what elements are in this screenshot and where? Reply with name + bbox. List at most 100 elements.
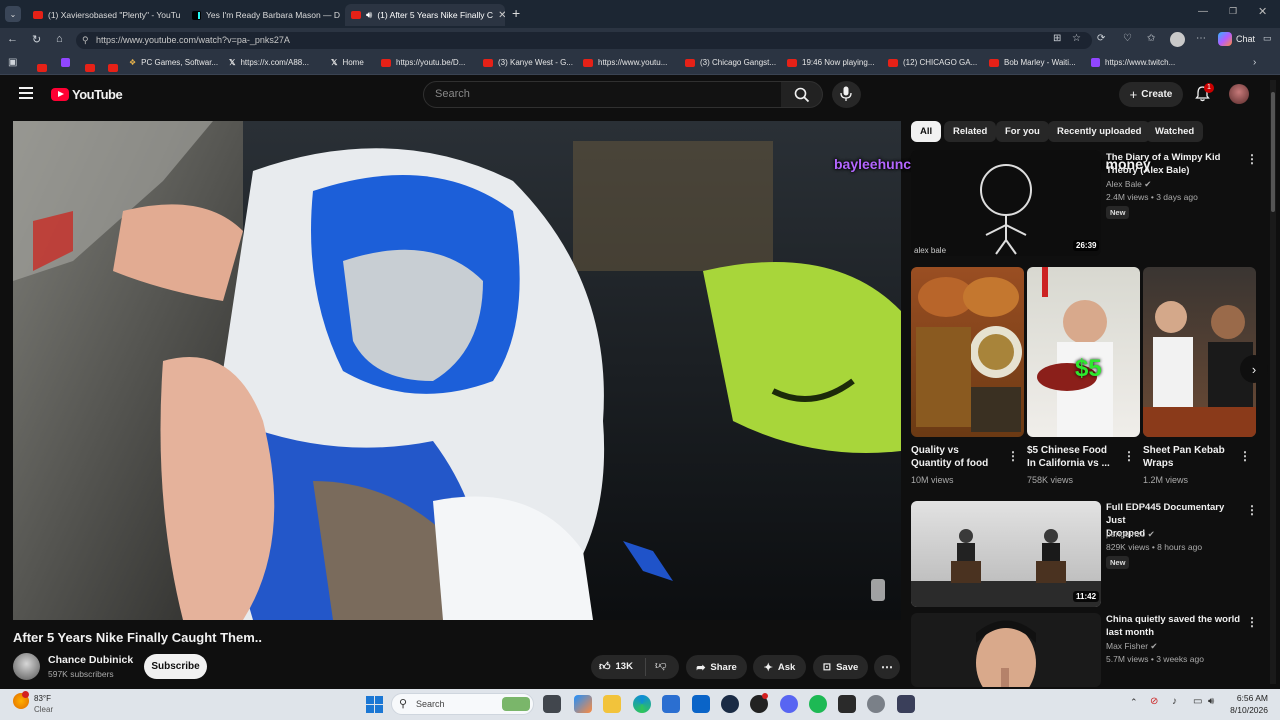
short-thumbnail-3[interactable] bbox=[1143, 267, 1256, 437]
home-icon[interactable]: ⌂ bbox=[56, 33, 63, 45]
scrollbar-thumb[interactable] bbox=[1271, 92, 1275, 212]
bookmark-now-playing[interactable]: 19:46 Now playing... bbox=[787, 58, 875, 67]
sidebar-toggle-icon[interactable]: ▭ bbox=[1263, 33, 1272, 44]
search-button[interactable] bbox=[781, 81, 823, 108]
channel-avatar[interactable] bbox=[13, 653, 40, 680]
save-button[interactable]: ⊡ Save bbox=[813, 655, 868, 679]
windows-start-icon[interactable] bbox=[366, 696, 383, 713]
chip-watched[interactable]: Watched bbox=[1146, 121, 1204, 142]
store-icon[interactable] bbox=[662, 695, 680, 713]
tray-app-icon[interactable]: ⊘ bbox=[1150, 696, 1158, 707]
close-window-button[interactable]: ✕ bbox=[1258, 5, 1267, 18]
chip-recently-uploaded[interactable]: Recently uploaded bbox=[1048, 121, 1151, 142]
favorites-icon[interactable]: ✩ bbox=[1147, 33, 1155, 44]
tab-barbara-mason[interactable]: Yes I'm Ready Barbara Mason — D ✕ bbox=[186, 4, 343, 26]
minimize-button[interactable]: — bbox=[1198, 6, 1208, 17]
file-explorer-icon[interactable] bbox=[603, 695, 621, 713]
hamburger-menu-icon[interactable] bbox=[19, 87, 33, 99]
rec-thumbnail-2[interactable]: 11:42 bbox=[911, 501, 1101, 607]
task-view-icon[interactable] bbox=[543, 695, 561, 713]
rec-thumbnail-1[interactable]: alex bale 26:39 bbox=[911, 150, 1101, 256]
discord-icon[interactable] bbox=[780, 695, 798, 713]
rec-more-icon[interactable]: ⋮ bbox=[1246, 152, 1258, 166]
outlook-icon[interactable] bbox=[692, 695, 710, 713]
channel-watermark-icon[interactable] bbox=[871, 579, 885, 601]
bookmark-chicago-gangst[interactable]: (3) Chicago Gangst... bbox=[685, 58, 776, 67]
rec-channel-2[interactable]: penguinz0 ✔ bbox=[1106, 529, 1155, 540]
profile-avatar[interactable] bbox=[1170, 32, 1185, 47]
chip-all[interactable]: All bbox=[911, 121, 942, 142]
spotify-icon[interactable] bbox=[809, 695, 827, 713]
channel-name[interactable]: Chance Dubinick bbox=[48, 654, 133, 666]
rec-channel-3[interactable]: Max Fisher ✔ bbox=[1106, 641, 1158, 652]
more-menu-icon[interactable]: ⋯ bbox=[1196, 33, 1206, 44]
volume-icon[interactable]: 🔊︎ bbox=[1208, 696, 1214, 707]
chip-for-you[interactable]: For you bbox=[996, 121, 1049, 142]
collections-icon[interactable]: ▣ bbox=[8, 57, 17, 68]
shorts-next-button[interactable]: › bbox=[1240, 355, 1268, 383]
short-title-3[interactable]: Sheet Pan Kebab Wraps bbox=[1143, 444, 1238, 470]
chip-related[interactable]: Related bbox=[944, 121, 997, 142]
video-player[interactable] bbox=[13, 121, 901, 620]
network-icon[interactable]: ▭ bbox=[1193, 696, 1202, 707]
voice-search-button[interactable] bbox=[832, 81, 861, 108]
speaker-icon[interactable]: 🔊︎ bbox=[366, 10, 372, 21]
search-input[interactable]: Search bbox=[423, 81, 782, 108]
rec-more-icon[interactable]: ⋮ bbox=[1246, 615, 1258, 629]
site-info-icon[interactable]: ⚲ bbox=[82, 35, 89, 46]
rec-channel-1[interactable]: Alex Bale ✔ bbox=[1106, 179, 1151, 190]
tab-active-nike-video[interactable]: 🔊︎ (1) After 5 Years Nike Finally C ✕ bbox=[345, 4, 505, 26]
steam-icon[interactable] bbox=[721, 695, 739, 713]
bookmark-twitch[interactable]: https://www.twitch... bbox=[1091, 58, 1175, 67]
back-icon[interactable]: ← bbox=[7, 33, 18, 45]
copilot-taskbar-icon[interactable] bbox=[574, 695, 592, 713]
bookmark-chicago-ga[interactable]: (12) CHICAGO GA... bbox=[888, 58, 977, 67]
rec-thumbnail-3[interactable] bbox=[911, 613, 1101, 687]
maximize-button[interactable]: ❐ bbox=[1229, 6, 1237, 17]
weather-temp[interactable]: 83°F bbox=[34, 694, 51, 703]
bookmarks-overflow-icon[interactable]: › bbox=[1253, 57, 1256, 68]
short-thumbnail-2[interactable]: $5 bbox=[1027, 267, 1140, 437]
epic-games-icon[interactable] bbox=[838, 695, 856, 713]
bookmark-youtube-link[interactable]: https://www.youtu... bbox=[583, 58, 667, 67]
tray-mic-icon[interactable]: ♪ bbox=[1172, 696, 1177, 707]
user-avatar[interactable] bbox=[1229, 84, 1249, 104]
tab-actions-icon[interactable]: ⌄ bbox=[5, 6, 21, 22]
short-more-icon[interactable]: ⋮ bbox=[1007, 449, 1019, 463]
extensions-icon[interactable]: ⟳ bbox=[1097, 33, 1105, 44]
taskbar-search[interactable]: ⚲ Search bbox=[391, 693, 534, 715]
short-thumbnail-1[interactable] bbox=[911, 267, 1024, 437]
refresh-icon[interactable]: ↻ bbox=[32, 33, 41, 46]
twitch-bookmark-icon[interactable] bbox=[61, 58, 70, 67]
notifications-button[interactable]: 1 bbox=[1195, 83, 1214, 107]
short-title-2[interactable]: $5 Chinese Food In California vs ... bbox=[1027, 444, 1122, 470]
create-button[interactable]: + Create bbox=[1119, 82, 1183, 107]
rec-more-icon[interactable]: ⋮ bbox=[1246, 503, 1258, 517]
bookmark-home[interactable]: 𝕏 Home bbox=[331, 58, 364, 67]
browser-essentials-icon[interactable]: ♡ bbox=[1123, 33, 1132, 44]
apps-icon[interactable]: ⊞ bbox=[1053, 33, 1061, 44]
ask-button[interactable]: ✦ Ask bbox=[753, 655, 806, 679]
rec-title-3[interactable]: China quietly saved the world last month bbox=[1106, 613, 1246, 639]
settings-gear-icon[interactable] bbox=[867, 695, 885, 713]
bookmark-yt-1[interactable] bbox=[37, 59, 47, 77]
dislike-button[interactable]: 👍︎ bbox=[655, 659, 667, 672]
edge-browser-icon[interactable] bbox=[633, 695, 651, 713]
subscribe-button[interactable]: Subscribe bbox=[144, 654, 207, 679]
close-tab-icon[interactable]: ✕ bbox=[498, 10, 505, 21]
bookmark-kanye[interactable]: (3) Kanye West - G... bbox=[483, 58, 573, 67]
tray-overflow-icon[interactable]: ⌃ bbox=[1130, 697, 1138, 708]
app-window-icon[interactable] bbox=[897, 695, 915, 713]
new-tab-button[interactable]: + bbox=[512, 5, 520, 21]
bookmark-yt-2[interactable] bbox=[85, 59, 95, 77]
like-button[interactable]: 👍︎ 13K bbox=[599, 660, 633, 673]
short-title-1[interactable]: Quality vs Quantity of food bbox=[911, 444, 1006, 470]
share-button[interactable]: ➦ Share bbox=[686, 655, 747, 679]
short-more-icon[interactable]: ⋮ bbox=[1123, 449, 1135, 463]
clock-time[interactable]: 6:56 AM bbox=[1226, 693, 1268, 703]
page-scrollbar[interactable] bbox=[1270, 80, 1276, 684]
more-actions-button[interactable]: ⋯ bbox=[874, 655, 900, 679]
copilot-chat-button[interactable]: Chat bbox=[1218, 32, 1255, 46]
rec-title-1[interactable]: The Diary of a Wimpy Kid Theory (Alex Ba… bbox=[1106, 151, 1236, 177]
bookmark-bob-marley[interactable]: Bob Marley - Waiti... bbox=[989, 58, 1076, 67]
